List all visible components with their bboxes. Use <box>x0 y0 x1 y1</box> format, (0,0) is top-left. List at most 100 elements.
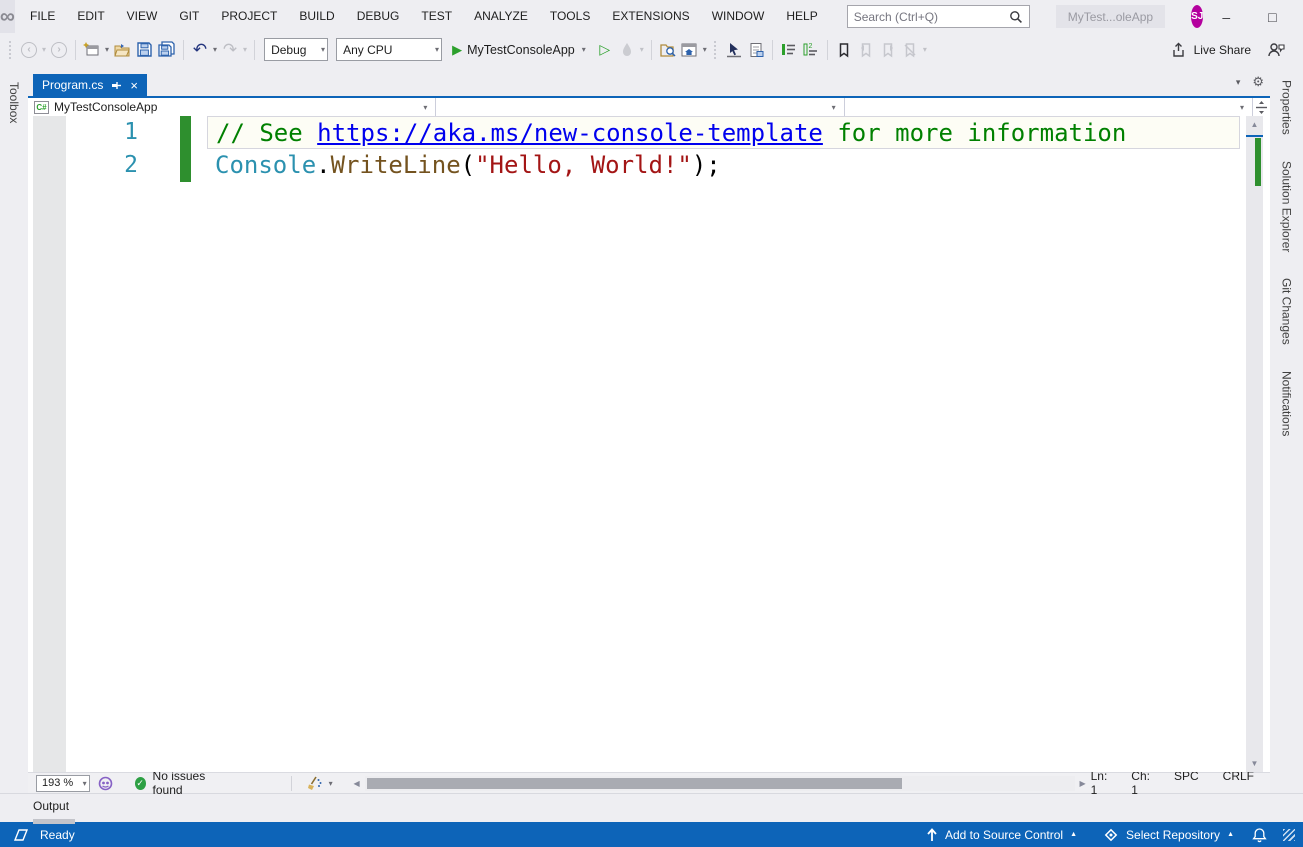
menu-analyze[interactable]: ANALYZE <box>463 0 539 33</box>
member-dropdown[interactable]: ▾ <box>845 98 1252 116</box>
column-indicator[interactable]: Ch: 1 <box>1131 769 1150 797</box>
menu-build[interactable]: BUILD <box>288 0 345 33</box>
vertical-scrollbar[interactable]: ▲ ▼ <box>1246 116 1263 772</box>
notifications-bell-icon[interactable] <box>1252 827 1267 843</box>
account-avatar[interactable]: SJ <box>1191 5 1203 28</box>
bottom-panel-tab-output[interactable]: Output <box>33 794 75 824</box>
right-dock-tab-git-changes[interactable]: Git Changes <box>1280 272 1294 351</box>
menu-file[interactable]: FILE <box>19 0 66 33</box>
select-repository-button[interactable]: Select Repository ▲ <box>1095 827 1242 843</box>
close-button[interactable]: × <box>1295 0 1303 33</box>
tab-program-cs[interactable]: Program.cs × <box>33 74 147 96</box>
scroll-up-icon[interactable]: ▲ <box>1246 116 1263 133</box>
save-all-button[interactable] <box>155 38 178 62</box>
code-cleanup-chevron-icon[interactable]: ▾ <box>327 779 335 788</box>
breakpoint-margin-cell[interactable] <box>33 149 66 182</box>
feedback-button[interactable] <box>1265 38 1303 62</box>
code-text[interactable]: Console.WriteLine("Hello, World!"); <box>207 149 1240 182</box>
type-dropdown[interactable]: ▾ <box>436 98 844 116</box>
horizontal-scrollbar-track[interactable] <box>365 776 1075 791</box>
find-in-files-button[interactable] <box>657 38 679 62</box>
line-ending-indicator[interactable]: CRLF <box>1223 769 1254 797</box>
menu-extensions[interactable]: EXTENSIONS <box>601 0 700 33</box>
bookmarks-chevron-icon[interactable]: ▾ <box>921 45 929 54</box>
sync-with-active-document-button[interactable] <box>679 38 701 62</box>
code-token-link[interactable]: https://aka.ms/new-console-template <box>317 119 823 147</box>
window-list-chevron-icon[interactable]: ▾ <box>1236 77 1241 88</box>
left-dock-tab-toolbox[interactable]: Toolbox <box>7 76 21 129</box>
navigate-back-chevron-icon[interactable]: ▾ <box>40 45 48 54</box>
redo-button[interactable]: ↷ <box>219 38 241 62</box>
search-icon[interactable] <box>1009 10 1023 24</box>
line-indicator[interactable]: Ln: 1 <box>1091 769 1108 797</box>
code-text[interactable]: // See https://aka.ms/new-console-templa… <box>207 116 1240 149</box>
right-dock-tab-properties[interactable]: Properties <box>1280 74 1294 141</box>
code-cleanup-button[interactable]: ▾ <box>281 776 335 791</box>
pin-icon[interactable] <box>111 80 122 91</box>
code-line-1[interactable]: 1// See https://aka.ms/new-console-templ… <box>28 116 1246 149</box>
scroll-left-icon[interactable]: ◀ <box>349 779 365 788</box>
minimize-button[interactable]: – <box>1203 0 1249 33</box>
next-bookmark-button[interactable] <box>877 38 899 62</box>
comment-lines-button[interactable] <box>778 38 800 62</box>
tab-options-gear-icon[interactable]: ⚙ <box>1252 74 1264 90</box>
run-chevron-icon[interactable]: ▾ <box>580 45 588 54</box>
tab-close-icon[interactable]: × <box>130 78 138 93</box>
menu-window[interactable]: WINDOW <box>701 0 776 33</box>
open-file-button[interactable] <box>111 38 133 62</box>
project-dropdown[interactable]: C# MyTestConsoleApp ▾ <box>28 98 436 116</box>
code-editor[interactable]: 1// See https://aka.ms/new-console-templ… <box>28 116 1270 772</box>
redo-chevron-icon[interactable]: ▾ <box>241 45 249 54</box>
menu-edit[interactable]: EDIT <box>66 0 115 33</box>
document-outline-button[interactable] <box>745 38 767 62</box>
maximize-button[interactable]: □ <box>1249 0 1295 33</box>
menu-git[interactable]: GIT <box>168 0 210 33</box>
document-health-indicator[interactable]: ✓ No issues found <box>135 769 225 797</box>
breakpoint-margin-cell[interactable] <box>33 116 66 149</box>
save-button[interactable] <box>133 38 155 62</box>
previous-bookmark-button[interactable] <box>855 38 877 62</box>
add-to-source-control-button[interactable]: Add to Source Control ▲ <box>918 828 1085 842</box>
toolbar-grip[interactable] <box>712 41 720 59</box>
code-line-2[interactable]: 2Console.WriteLine("Hello, World!"); <box>28 149 1246 182</box>
menu-test[interactable]: TEST <box>410 0 463 33</box>
horizontal-scrollbar-thumb[interactable] <box>367 778 902 789</box>
zoom-select[interactable]: 193 % ▾ <box>36 775 90 792</box>
insert-mode-indicator[interactable]: SPC <box>1174 769 1199 797</box>
menu-debug[interactable]: DEBUG <box>346 0 411 33</box>
search-box[interactable] <box>847 5 1030 28</box>
new-project-chevron-icon[interactable]: ▾ <box>103 45 111 54</box>
breakpoint-margin[interactable] <box>33 116 66 772</box>
undo-chevron-icon[interactable]: ▾ <box>211 45 219 54</box>
menu-project[interactable]: PROJECT <box>210 0 288 33</box>
toggle-bookmark-button[interactable] <box>833 38 855 62</box>
menu-tools[interactable]: TOOLS <box>539 0 601 33</box>
scroll-right-icon[interactable]: ▶ <box>1075 779 1091 788</box>
right-dock-tab-notifications[interactable]: Notifications <box>1280 365 1294 442</box>
navigate-back-button[interactable]: ‹ <box>18 38 40 62</box>
undo-button[interactable]: ↶ <box>189 38 211 62</box>
inspect-element-button[interactable] <box>723 38 745 62</box>
right-dock-tab-solution-explorer[interactable]: Solution Explorer <box>1280 155 1294 258</box>
solution-name-badge[interactable]: MyTest...oleApp <box>1056 5 1165 28</box>
sync-chevron-icon[interactable]: ▾ <box>701 45 709 54</box>
hot-reload-chevron-icon[interactable]: ▾ <box>638 45 646 54</box>
scroll-down-icon[interactable]: ▼ <box>1246 755 1263 772</box>
menu-help[interactable]: HELP <box>775 0 828 33</box>
uncomment-lines-button[interactable]: 2 <box>800 38 822 62</box>
live-share-button[interactable]: Live Share <box>1170 42 1265 58</box>
new-project-button[interactable] <box>81 38 103 62</box>
intellicode-icon[interactable] <box>98 776 113 791</box>
start-debugging-button[interactable]: ▶ MyTestConsoleApp ▾ <box>452 42 588 58</box>
navigate-forward-button[interactable]: › <box>48 38 70 62</box>
clear-bookmarks-button[interactable] <box>899 38 921 62</box>
split-window-button[interactable] <box>1252 98 1270 116</box>
start-without-debugging-button[interactable]: ▷ <box>594 38 616 62</box>
hot-reload-button[interactable] <box>616 38 638 62</box>
toolbar-grip[interactable] <box>7 41 15 59</box>
menu-view[interactable]: VIEW <box>116 0 169 33</box>
configuration-select[interactable]: Debug ▾ <box>264 38 328 61</box>
platform-select[interactable]: Any CPU ▾ <box>336 38 442 61</box>
window-resize-grip[interactable] <box>1283 829 1295 841</box>
horizontal-scrollbar[interactable]: ◀ ▶ <box>349 776 1091 791</box>
